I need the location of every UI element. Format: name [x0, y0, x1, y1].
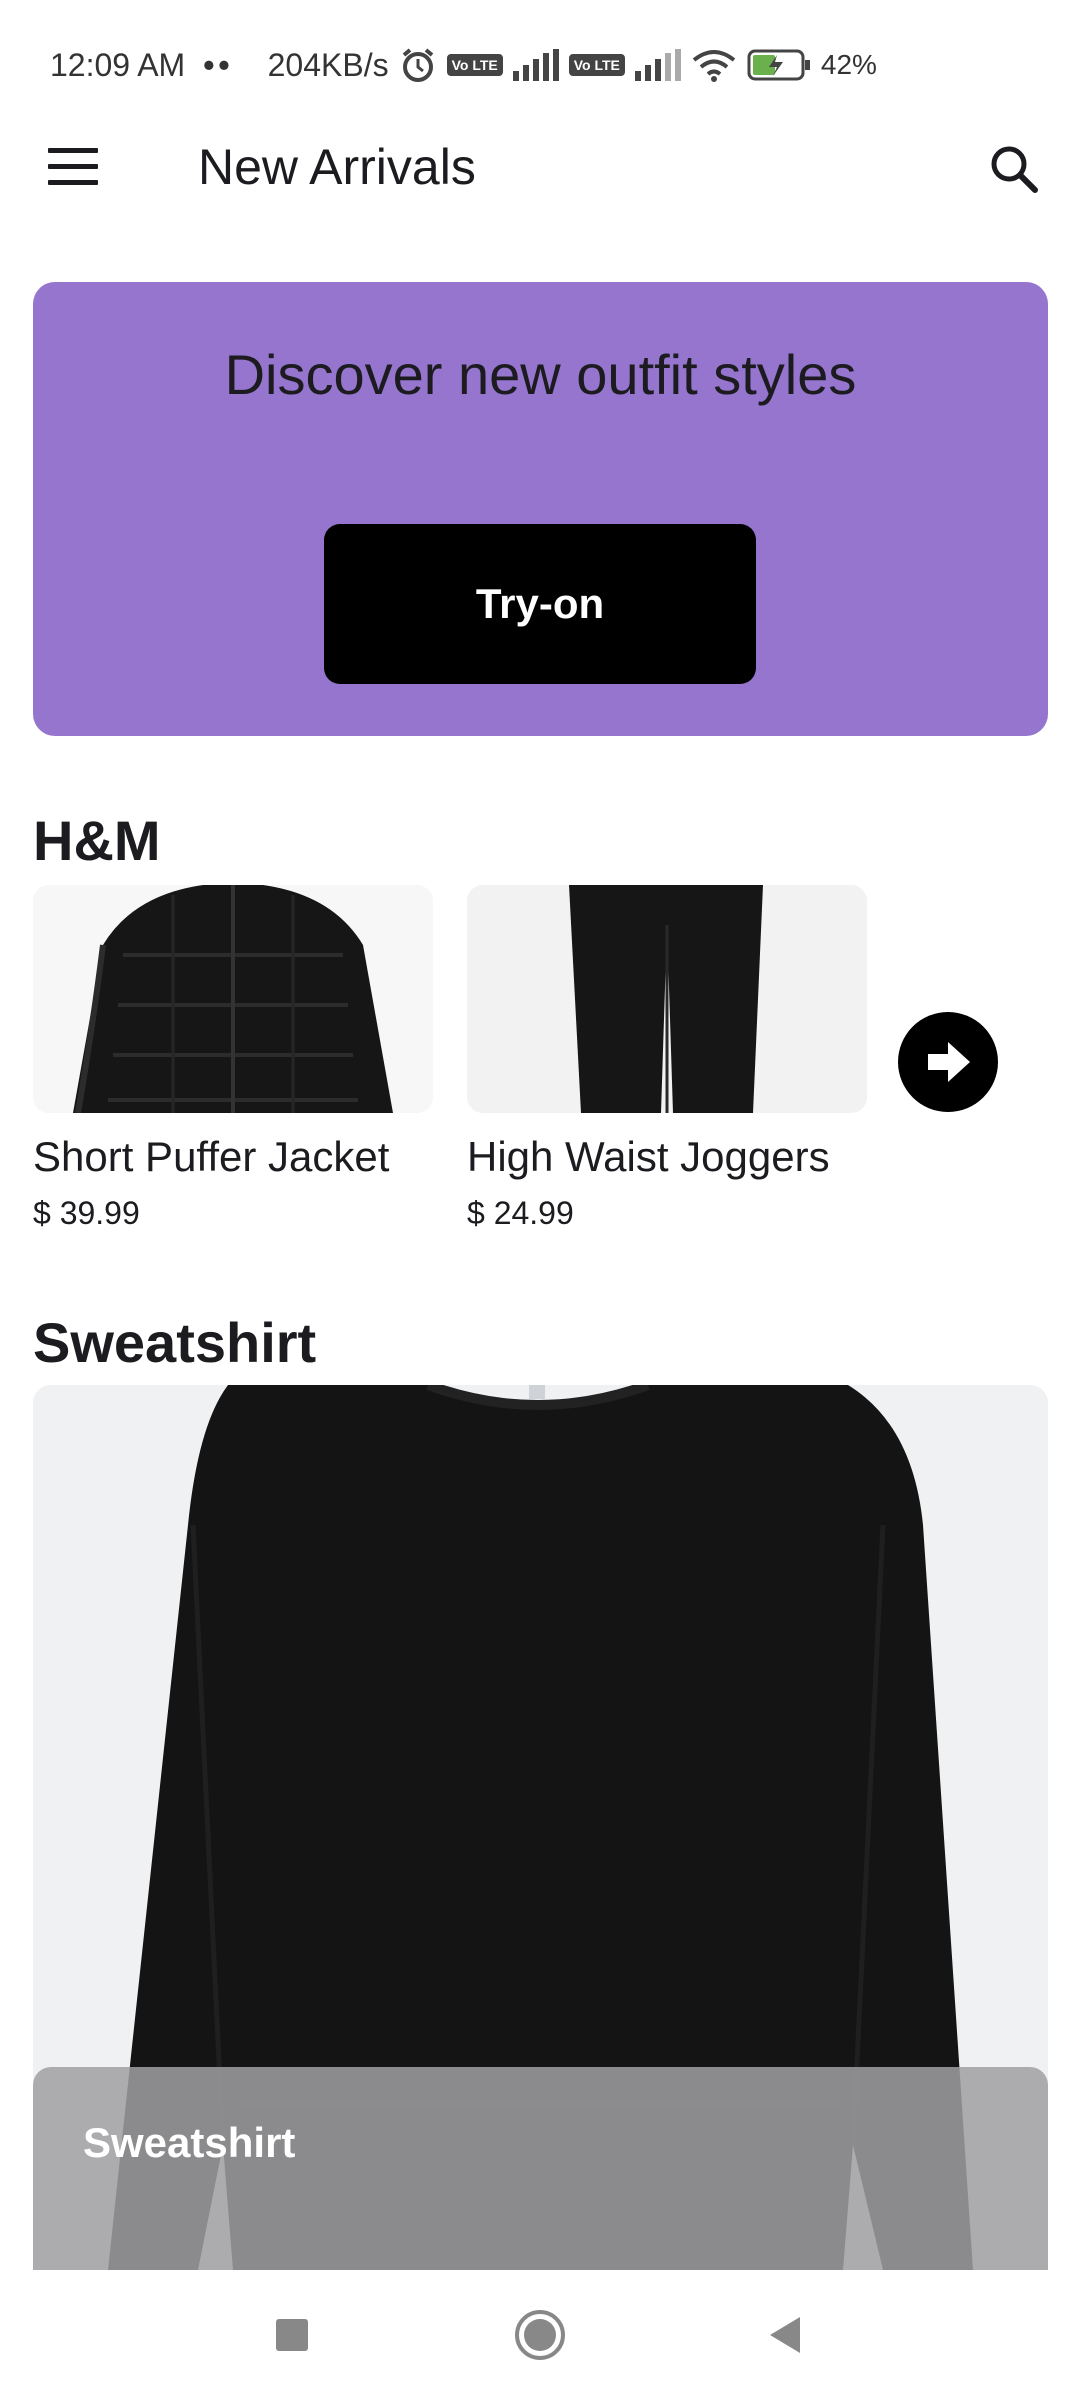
triangle-back-icon[interactable]	[756, 2305, 816, 2365]
alarm-icon	[399, 46, 437, 84]
arrow-right-circle-icon[interactable]	[898, 1012, 998, 1112]
product-image-joggers[interactable]	[467, 885, 867, 1113]
product-card-joggers[interactable]: High Waist Joggers $ 24.99	[467, 885, 867, 1232]
feature-caption: Sweatshirt	[33, 2067, 1048, 2270]
page-title: New Arrivals	[198, 139, 476, 195]
try-on-button[interactable]: Try-on	[324, 524, 756, 684]
hamburger-menu-icon[interactable]	[48, 148, 104, 192]
product-card-puffer-jacket[interactable]: Short Puffer Jacket $ 39.99	[33, 885, 433, 1232]
banner-headline: Discover new outfit styles	[224, 343, 857, 406]
system-nav-bar	[0, 2270, 1080, 2400]
volte-icon: Vo LTE	[446, 54, 503, 76]
volte-icon-2: Vo LTE	[568, 54, 625, 76]
feature-card-sweatshirt[interactable]: Sweatshirt	[33, 1385, 1048, 2270]
product-price: $ 24.99	[467, 1195, 574, 1231]
status-bar: 12:09 AM •• 204KB/s Vo LTE Vo LTE 42%	[0, 0, 1080, 130]
product-name: High Waist Joggers	[467, 1133, 830, 1180]
battery-percent: 42%	[820, 49, 877, 80]
product-price: $ 39.99	[33, 1195, 140, 1231]
wifi-icon	[691, 48, 737, 82]
app-bar: New Arrivals	[0, 130, 1080, 210]
product-name: Short Puffer Jacket	[33, 1133, 390, 1180]
search-icon[interactable]	[985, 140, 1045, 200]
square-icon[interactable]	[262, 2305, 322, 2365]
signal-icon-2	[634, 49, 681, 81]
signal-icon	[512, 49, 559, 81]
screen: 12:09 AM •• 204KB/s Vo LTE Vo LTE 42% Ne…	[0, 0, 1080, 2400]
feature-section-title: Sweatshirt	[33, 1311, 317, 1374]
status-time: 12:09 AM	[50, 46, 186, 83]
network-speed: 204KB/s	[267, 46, 389, 83]
status-dots: ••	[203, 46, 234, 83]
battery-icon	[747, 49, 811, 81]
feature-caption-text: Sweatshirt	[83, 2119, 296, 2166]
product-image-puffer-jacket[interactable]	[33, 885, 433, 1113]
promo-banner: Discover new outfit styles Try-on	[33, 282, 1048, 736]
circle-icon[interactable]	[510, 2305, 570, 2365]
brand-section-title: H&M	[33, 809, 161, 872]
